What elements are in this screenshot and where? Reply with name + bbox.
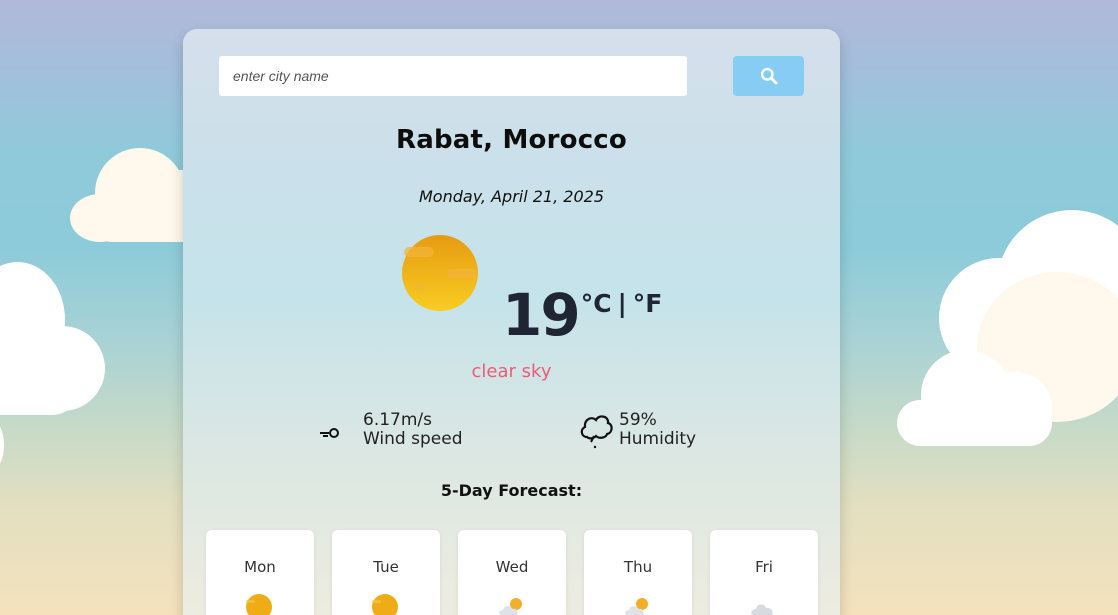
search-icon	[760, 67, 777, 85]
forecast-title: 5-Day Forecast:	[440, 481, 583, 500]
unit-separator: |	[617, 289, 627, 318]
wind-speed-value: 6.17m/s	[363, 410, 432, 430]
forecast-day-card: Mon	[206, 530, 314, 615]
background-cloud-left-edge	[0, 420, 5, 470]
partly-cloudy-icon	[499, 598, 522, 615]
humidity-value: 59%	[619, 410, 657, 430]
partly-cloudy-rain-icon	[625, 598, 648, 615]
sun-icon	[372, 594, 398, 615]
celsius-toggle[interactable]: °C	[581, 289, 612, 318]
wind-icon	[320, 428, 339, 438]
temperature-display: 19 °C | °F	[502, 275, 662, 355]
city-search-input[interactable]	[219, 56, 687, 96]
wind-stat: 6.17m/s Wind speed	[320, 411, 463, 449]
unit-toggle: °C | °F	[581, 289, 663, 318]
background-cloud-left-mid	[0, 262, 105, 417]
forecast-day-card: Thu	[584, 530, 692, 615]
forecast-day-name: Wed	[495, 558, 529, 576]
forecast-day-card: Fri	[710, 530, 818, 615]
wind-speed-label: Wind speed	[363, 429, 463, 449]
current-date: Monday, April 21, 2025	[419, 187, 604, 206]
cloud-icon	[751, 604, 773, 615]
search-button[interactable]	[733, 56, 804, 96]
fahrenheit-toggle[interactable]: °F	[633, 289, 663, 318]
humidity-stat: 59% Humidity	[579, 411, 696, 449]
forecast-day-name: Tue	[373, 558, 399, 576]
temperature-value: 19	[502, 281, 581, 349]
sun-icon	[246, 594, 272, 615]
humidity-label: Humidity	[619, 429, 697, 449]
forecast-day-name: Mon	[244, 558, 276, 576]
city-name: Rabat, Morocco	[396, 125, 627, 155]
forecast-day-card: Wed	[458, 530, 566, 615]
weather-description: clear sky	[471, 361, 552, 382]
weather-card: Rabat, Morocco Monday, April 21, 2025 19…	[183, 29, 840, 615]
humidity-cloud-icon	[580, 415, 613, 449]
sun-icon	[402, 235, 478, 311]
forecast-day-name: Fri	[755, 558, 773, 576]
forecast-day-name: Thu	[623, 558, 653, 576]
background-cloud-right	[897, 210, 1118, 450]
forecast-day-card: Tue	[332, 530, 440, 615]
